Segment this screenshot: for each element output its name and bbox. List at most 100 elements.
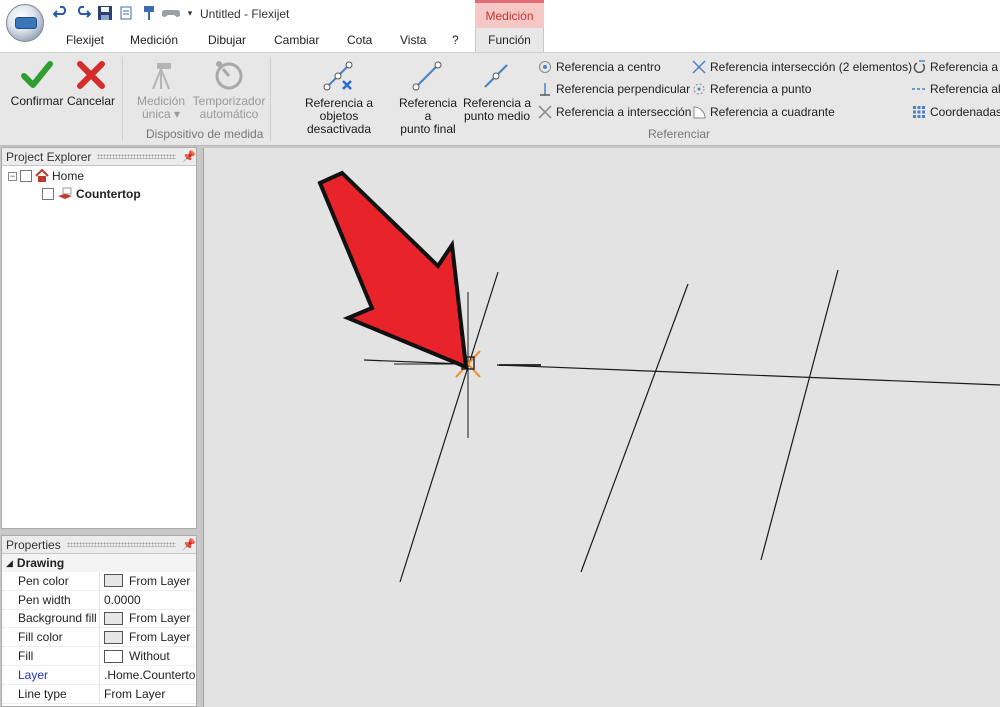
tree-checkbox[interactable] — [42, 188, 54, 200]
context-tab-header: Medición — [475, 0, 544, 28]
tab-vista[interactable]: Vista — [400, 33, 426, 47]
group-device-label: Dispositivo de medida — [146, 127, 264, 141]
flexijet-logo-icon — [15, 17, 37, 29]
auto-timer-label-2: automático — [199, 107, 259, 121]
snap-off-icon — [323, 61, 353, 91]
color-swatch — [104, 611, 123, 625]
property-label: Pen width — [2, 590, 100, 609]
auto-timer-label: Temporizador — [192, 94, 266, 108]
pin-icon[interactable]: 📌 — [182, 150, 196, 163]
reference-endpoint-button[interactable]: Referencia a punto final — [394, 59, 462, 136]
properties-panel: Properties 📌 ◢ Drawing Pen color From Lay… — [1, 535, 197, 707]
tab-medicion[interactable]: Medición — [130, 33, 178, 47]
application-menu-button[interactable] — [6, 4, 44, 42]
tree-item-countertop[interactable]: Countertop — [42, 187, 141, 201]
property-value[interactable]: 0.0000 — [100, 591, 196, 609]
drawing-canvas[interactable] — [203, 148, 1000, 707]
property-row[interactable]: Background fill From Layer — [2, 609, 196, 629]
property-row[interactable]: Pen color From Layer — [2, 572, 196, 591]
property-label: Background fill — [2, 609, 100, 628]
customize-qat-icon[interactable]: ▾ — [184, 4, 196, 22]
ribbon: Confirmar Cancelar Medición única ▾ Temp… — [0, 52, 1000, 146]
project-explorer-panel: Project Explorer 📌 − Home Countertop — [1, 147, 197, 529]
ref-intersection-2-label: Referencia intersección (2 elementos) — [710, 60, 913, 74]
property-category[interactable]: ◢ Drawing — [2, 554, 196, 572]
tree-checkbox[interactable] — [20, 170, 32, 182]
ref-midpoint-label-2: punto medio — [463, 109, 531, 123]
property-value-text: From Layer — [129, 611, 191, 626]
tab-help[interactable]: ? — [452, 33, 459, 47]
title-bar: ▾ Untitled - Flexijet Medición — [0, 0, 1000, 28]
property-value[interactable]: From Layer — [100, 685, 196, 703]
tab-funcion[interactable]: Función — [475, 28, 544, 52]
property-value[interactable]: Without — [100, 647, 196, 665]
cancel-button[interactable]: Cancelar — [66, 59, 116, 108]
panel-grip[interactable] — [97, 154, 176, 159]
reference-intersection-button[interactable]: Referencia a intersección — [538, 105, 691, 119]
property-value[interactable]: From Layer — [100, 610, 196, 628]
pin-icon[interactable]: 📌 — [182, 538, 196, 551]
quick-access-toolbar: ▾ — [52, 4, 196, 22]
tangent-icon — [912, 60, 926, 74]
property-value[interactable]: From Layer — [100, 572, 196, 590]
tab-dibujar[interactable]: Dibujar — [208, 33, 246, 47]
tree-item-home[interactable]: − Home — [8, 169, 84, 183]
quadrant-icon — [692, 105, 706, 119]
group-reference-label: Referenciar — [648, 127, 711, 141]
property-value-text: From Layer — [104, 686, 166, 701]
collapse-icon[interactable]: − — [8, 171, 17, 181]
tab-flexijet[interactable]: Flexijet — [66, 33, 104, 47]
cross-icon — [77, 61, 105, 89]
reference-center-button[interactable]: Referencia a centro — [538, 60, 661, 74]
reference-perpendicular-button[interactable]: Referencia perpendicular — [538, 82, 690, 96]
property-row[interactable]: Fill Without — [2, 647, 196, 666]
window-title: Untitled - Flexijet — [200, 7, 290, 21]
panel-grip[interactable] — [66, 542, 176, 547]
export-icon[interactable] — [118, 4, 136, 22]
reference-point-button[interactable]: Referencia a punto — [692, 82, 811, 96]
tab-cambiar[interactable]: Cambiar — [274, 33, 319, 47]
ribbon-tab-row: Flexijet Medición Dibujar Cambiar Cota V… — [0, 28, 1000, 52]
single-measure-button[interactable]: Medición única ▾ — [130, 59, 192, 121]
properties-title: Properties — [6, 537, 61, 552]
undo-icon[interactable] — [52, 4, 70, 22]
ref-quadrant-label: Referencia a cuadrante — [710, 105, 835, 119]
confirm-button[interactable]: Confirmar — [8, 59, 66, 108]
tab-cota[interactable]: Cota — [347, 33, 372, 47]
property-label: Line type — [2, 684, 100, 703]
drawn-line[interactable] — [580, 283, 689, 573]
layer-icon — [58, 187, 72, 199]
ref-endpoint-label-2: punto final — [400, 122, 456, 136]
checkmark-icon — [21, 61, 53, 88]
color-swatch — [104, 574, 123, 588]
property-value[interactable]: .Home.Countertop — [100, 666, 196, 684]
drawn-line[interactable] — [496, 364, 1000, 386]
property-row[interactable]: Line type From Layer — [2, 684, 196, 704]
property-label: Pen color — [2, 572, 100, 590]
reference-objects-off-button[interactable]: Referencia a objetos desactivada — [284, 59, 394, 136]
property-row[interactable]: Layer .Home.Countertop — [2, 665, 196, 685]
property-row[interactable]: Fill color From Layer — [2, 628, 196, 648]
gamepad-icon[interactable] — [162, 4, 180, 22]
reference-quadrant-button[interactable]: Referencia a cuadrante — [692, 105, 835, 119]
ref-intersection-label: Referencia a intersección — [556, 105, 692, 119]
drawn-line[interactable] — [760, 269, 839, 561]
device-icon[interactable] — [140, 4, 158, 22]
redo-icon[interactable] — [74, 4, 92, 22]
home-icon — [35, 169, 49, 182]
coordinates-button[interactable]: Coordenadas — [912, 105, 1000, 119]
reference-midpoint-button[interactable]: Referencia a punto medio — [462, 59, 532, 123]
reference-tangent-button[interactable]: Referencia a t — [912, 60, 1000, 74]
timer-icon — [215, 61, 243, 90]
auto-timer-button[interactable]: Temporizador automático — [192, 59, 266, 121]
ref-tangent-label: Referencia a t — [930, 60, 1000, 74]
center-icon — [538, 60, 552, 74]
grid-icon — [912, 105, 926, 119]
property-row[interactable]: Pen width 0.0000 — [2, 590, 196, 610]
reference-nearest-button[interactable]: Referencia al — [912, 82, 1000, 96]
collapse-triangle-icon[interactable]: ◢ — [6, 558, 13, 569]
save-icon[interactable] — [96, 4, 114, 22]
property-value[interactable]: From Layer — [100, 628, 196, 646]
reference-intersection-2-button[interactable]: Referencia intersección (2 elementos) — [692, 60, 912, 74]
ref-perpendicular-label: Referencia perpendicular — [556, 82, 691, 96]
